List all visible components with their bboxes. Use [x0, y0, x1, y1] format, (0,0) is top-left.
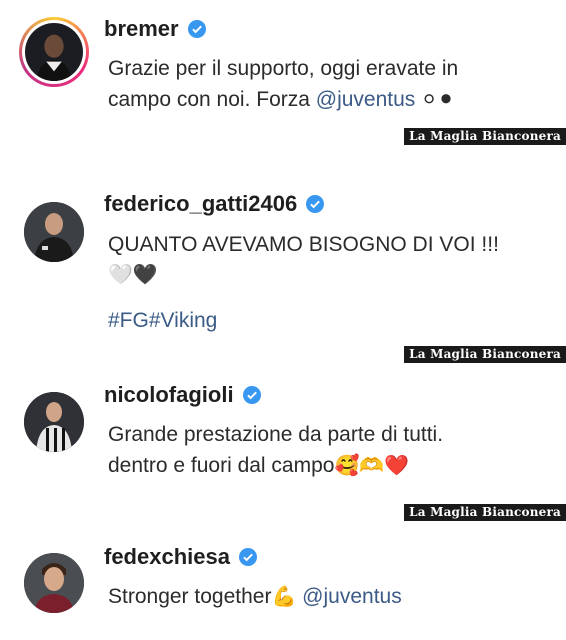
- username-fagioli[interactable]: nicolofagioli: [104, 382, 234, 408]
- username-bremer[interactable]: bremer: [104, 16, 179, 42]
- avatar-chiesa[interactable]: [24, 553, 84, 613]
- comment-line: Stronger together: [108, 585, 272, 608]
- comment-text-chiesa: Stronger together💪 @juventus: [108, 581, 548, 613]
- emoji-muscle: 💪: [271, 586, 297, 608]
- avatar-gatti[interactable]: [24, 202, 84, 262]
- verified-badge-icon: [242, 386, 261, 404]
- verified-badge-icon: [306, 195, 325, 213]
- profile-photo-chiesa: [24, 553, 84, 613]
- comment-text-fagioli: Grande prestazione da parte di tutti. de…: [108, 419, 548, 482]
- mention-link[interactable]: @juventus: [296, 585, 402, 608]
- comment-line: dentro e fuori dal campo: [108, 454, 335, 477]
- mention-link[interactable]: @juventus: [316, 88, 416, 111]
- comment-text-gatti: QUANTO AVEVAMO BISOGNO DI VOI !!! 🤍🖤: [108, 229, 548, 291]
- username-gatti[interactable]: federico_gatti2406: [104, 191, 297, 217]
- comment-line: campo con noi. Forza: [108, 88, 316, 111]
- avatar-bremer[interactable]: [19, 17, 89, 87]
- comment-line: Grande prestazione da parte di tutti.: [108, 423, 444, 446]
- watermark: La Maglia Bianconera: [404, 504, 566, 521]
- username-chiesa[interactable]: fedexchiesa: [104, 544, 230, 570]
- emoji-balls: ⚪⚫: [415, 89, 455, 111]
- watermark: La Maglia Bianconera: [404, 346, 566, 363]
- emoji-hearts: 🤍🖤: [108, 264, 158, 286]
- comment-line: QUANTO AVEVAMO BISOGNO DI VOI !!!: [108, 233, 499, 256]
- hashtag-link[interactable]: #FG#Viking: [108, 305, 548, 336]
- emoji-love: 🥰🫶❤️: [334, 455, 410, 477]
- verified-badge-icon: [187, 20, 206, 38]
- verified-badge-icon: [238, 548, 257, 566]
- avatar-fagioli[interactable]: [24, 392, 84, 452]
- profile-photo-bremer: [25, 23, 83, 81]
- watermark: La Maglia Bianconera: [404, 128, 566, 145]
- profile-photo-gatti: [24, 202, 84, 262]
- comment-text-bremer: Grazie per il supporto, oggi eravate in …: [108, 53, 548, 116]
- profile-photo-fagioli: [24, 392, 84, 452]
- comment-line: Grazie per il supporto, oggi eravate in: [108, 57, 459, 80]
